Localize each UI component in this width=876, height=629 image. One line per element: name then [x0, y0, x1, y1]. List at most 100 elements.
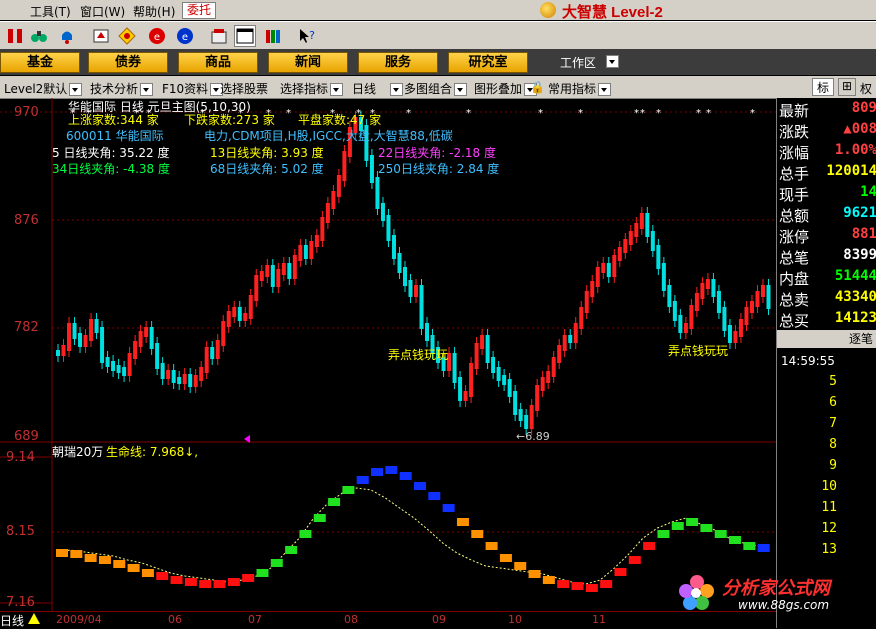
red-round-icon[interactable]: e	[146, 25, 168, 47]
candle-body	[623, 239, 628, 253]
candle-body	[248, 295, 253, 319]
home-icon[interactable]	[208, 25, 230, 47]
dropdown-icon[interactable]	[330, 83, 344, 96]
quote-value: 809	[851, 100, 876, 116]
watermark: 分析家公式网 www.88gs.com	[676, 570, 876, 614]
indicator-block	[256, 569, 269, 577]
workzone-dropdown-icon[interactable]	[606, 55, 619, 68]
menu-tools[interactable]: 工具(T)	[30, 3, 71, 20]
diamond-icon[interactable]	[116, 25, 138, 47]
quote-label: 总额	[779, 207, 810, 225]
lock-icon[interactable]: 🔒	[530, 80, 545, 94]
quote-row: 总手 120014	[779, 163, 876, 183]
indicator-block	[456, 518, 469, 526]
toolbar: e e ?	[0, 21, 876, 50]
candle-body	[100, 327, 105, 363]
chart-annotation: 弄点钱玩玩	[388, 348, 449, 362]
quote-row: 总额 9621	[779, 205, 876, 225]
func-select-stock[interactable]: 选择股票	[220, 80, 268, 97]
candle-body	[331, 191, 336, 209]
func-tech-analysis[interactable]: 技术分析	[90, 80, 154, 97]
indicator-block	[542, 576, 555, 584]
sub-axis-label: 8.15	[6, 524, 35, 539]
low-price-marker: ←6.89	[516, 430, 550, 443]
func-overlay[interactable]: 图形叠加	[474, 80, 538, 97]
candle-body	[540, 377, 545, 391]
quote-label: 现手	[779, 186, 810, 204]
rights-button[interactable]: 权	[860, 80, 872, 97]
tick-volume: 6	[829, 395, 837, 410]
candle-body	[83, 335, 88, 347]
nav-research[interactable]: 研究室	[448, 52, 528, 73]
alert-icon[interactable]	[90, 25, 112, 47]
func-level2-default[interactable]: Level2默认	[4, 80, 83, 97]
blue-round-icon[interactable]: e	[174, 25, 196, 47]
binocular-icon[interactable]	[28, 25, 50, 47]
kline-chart-area[interactable]: * * * * * * * * * * * * * * * * * * * * * 华能国际 日线 元旦主图(5,10,…	[0, 98, 776, 628]
angle-22: 22日线夹角: -2.18 度	[378, 146, 496, 160]
candle-body	[397, 253, 402, 273]
candle-body	[491, 357, 496, 373]
split-icon[interactable]	[4, 25, 26, 47]
weituo-button[interactable]: 委托	[182, 2, 216, 19]
candle-body	[94, 319, 99, 333]
candle-body	[485, 335, 490, 363]
chart-annotation: 弄点钱玩玩	[668, 344, 729, 358]
indicator-block	[127, 564, 140, 572]
watermark-title: 分析家公式网	[722, 578, 830, 599]
sub-axis-label: 9.14	[6, 450, 35, 465]
price-axis-label: 876	[14, 213, 39, 228]
quote-row: 涨跌 ▲008	[779, 121, 876, 141]
period-label[interactable]: 日线	[0, 612, 24, 629]
nav-fund[interactable]: 基金	[0, 52, 80, 73]
kline-canvas[interactable]: * * * * * * * * * * * * * * * * * * * * *	[0, 98, 776, 628]
nav-bond[interactable]: 债券	[88, 52, 168, 73]
nav-service[interactable]: 服务	[358, 52, 438, 73]
dropdown-icon[interactable]	[598, 83, 612, 96]
func-common-indicator[interactable]: 常用指标	[548, 80, 612, 97]
candle-body	[463, 391, 468, 401]
candle-body	[320, 217, 325, 241]
func-multi-chart[interactable]: 多图组合	[404, 80, 468, 97]
menu-window[interactable]: 窗口(W)	[80, 3, 125, 20]
indicator-block	[614, 568, 627, 576]
func-f10[interactable]: F10资料	[162, 80, 224, 97]
candle-body	[502, 375, 507, 385]
dropdown-icon[interactable]	[140, 83, 154, 96]
nav-commodity[interactable]: 商品	[178, 52, 258, 73]
candle-body	[661, 263, 666, 291]
dropdown-icon[interactable]	[390, 83, 404, 96]
func-select-indicator[interactable]: 选择指标	[280, 80, 344, 97]
brand-logo-area: 大智慧 Level-2	[540, 1, 876, 21]
menu-help[interactable]: 帮助(H)	[133, 3, 175, 20]
nav-news[interactable]: 新闻	[268, 52, 348, 73]
indicator-block	[714, 530, 727, 538]
help-cursor-icon[interactable]: ?	[296, 25, 318, 47]
candle-body	[281, 263, 286, 275]
bell-icon[interactable]	[56, 25, 78, 47]
expand-button[interactable]: ⊞	[838, 78, 856, 96]
func-daily[interactable]: 日线	[352, 80, 404, 97]
triangle-up-icon[interactable]	[28, 613, 40, 624]
tick-detail-link[interactable]: 逐笔	[777, 330, 876, 348]
svg-text:e: e	[154, 32, 160, 43]
star-marker: *	[750, 108, 755, 119]
indicator-block	[285, 546, 298, 554]
dropdown-icon[interactable]	[69, 83, 83, 96]
star-marker: *	[656, 108, 661, 119]
quote-value: ▲008	[843, 121, 876, 137]
mark-button[interactable]: 标	[812, 78, 834, 96]
indicator-block	[184, 578, 197, 586]
window-icon[interactable]	[234, 25, 256, 47]
books-icon[interactable]	[262, 25, 284, 47]
dropdown-icon[interactable]	[454, 83, 468, 96]
tick-volume: 9	[829, 458, 837, 473]
tick-volume: 5	[829, 374, 837, 389]
quote-label: 涨幅	[779, 144, 810, 162]
star-marker: *	[466, 108, 471, 119]
indicator-block	[98, 556, 111, 564]
workzone-label[interactable]: 工作区	[560, 54, 596, 71]
quote-row: 涨幅 1.00%	[779, 142, 876, 162]
candle-body	[171, 370, 176, 383]
candle-body	[705, 279, 710, 289]
